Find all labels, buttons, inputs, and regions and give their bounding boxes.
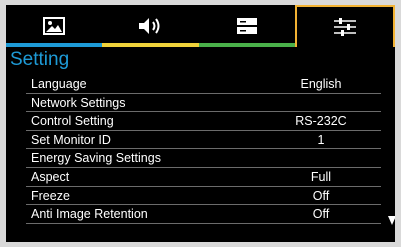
menu-item-control-setting[interactable]: Control Setting RS-232C	[26, 112, 381, 131]
menu-item-value: 1	[317, 132, 325, 147]
tab-picture-underline	[6, 43, 103, 47]
screen-icon	[236, 18, 257, 34]
picture-icon	[43, 17, 66, 35]
osd-menu-panel: Setting Language English Network Setting…	[6, 5, 395, 242]
menu-item-label: Anti Image Retention	[31, 207, 148, 222]
menu-item-value: RS-232C	[295, 114, 347, 129]
menu-item-label: Energy Saving Settings	[31, 151, 161, 166]
menu-item-energy-saving-settings[interactable]: Energy Saving Settings	[26, 149, 381, 168]
menu-item-value: English	[300, 77, 342, 91]
tab-screen[interactable]	[198, 5, 295, 47]
scroll-down-arrow-icon[interactable]	[388, 216, 395, 225]
menu-item-language[interactable]: Language English	[26, 75, 381, 94]
tab-screen-underline	[198, 43, 295, 47]
settings-list: Language English Network Settings Contro…	[26, 75, 381, 224]
menu-item-label: Network Settings	[31, 95, 126, 110]
sliders-icon	[333, 18, 356, 36]
menu-item-label: Control Setting	[31, 114, 114, 129]
menu-item-value: Off	[312, 207, 330, 222]
tab-picture[interactable]	[6, 5, 103, 47]
tab-sound-underline	[102, 43, 199, 47]
speaker-icon	[139, 18, 160, 34]
menu-item-label: Set Monitor ID	[31, 132, 111, 147]
menu-item-anti-image-retention[interactable]: Anti Image Retention Off	[26, 205, 381, 224]
menu-item-network-settings[interactable]: Network Settings	[26, 94, 381, 113]
menu-item-label: Aspect	[31, 169, 70, 184]
menu-item-aspect[interactable]: Aspect Full	[26, 168, 381, 187]
menu-tabs	[6, 5, 395, 47]
tab-sound[interactable]	[102, 5, 199, 47]
menu-item-value: Full	[310, 169, 332, 184]
menu-item-set-monitor-id[interactable]: Set Monitor ID 1	[26, 131, 381, 150]
menu-title: Setting	[10, 49, 70, 70]
tab-setting[interactable]	[294, 5, 395, 47]
menu-item-label: Freeze	[31, 188, 70, 203]
menu-item-freeze[interactable]: Freeze Off	[26, 187, 381, 206]
menu-item-label: Language	[31, 77, 87, 91]
menu-item-value: Off	[312, 188, 330, 203]
